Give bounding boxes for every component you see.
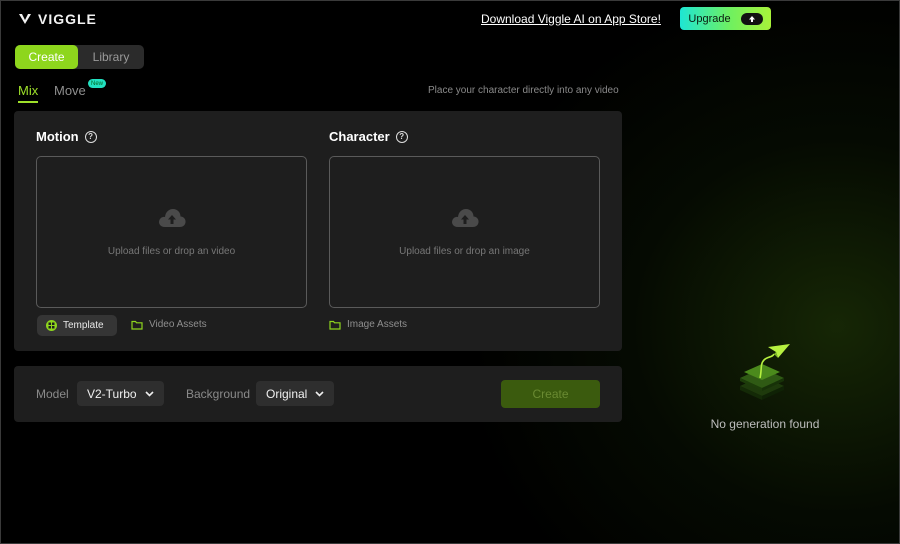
folder-icon xyxy=(329,320,341,330)
viggle-logo-icon xyxy=(19,14,31,24)
model-value: V2-Turbo xyxy=(87,386,137,401)
upgrade-button[interactable]: Upgrade xyxy=(680,7,771,30)
character-dropzone[interactable]: Upload files or drop an image xyxy=(329,156,600,308)
cloud-upload-icon xyxy=(158,209,186,227)
image-assets-link[interactable]: Image Assets xyxy=(329,319,407,330)
library-mode-button[interactable]: Library xyxy=(78,45,144,69)
help-icon[interactable]: ? xyxy=(84,130,97,143)
mode-hint: Place your character directly into any v… xyxy=(428,85,619,96)
character-dropzone-text: Upload files or drop an image xyxy=(399,246,530,257)
video-assets-link[interactable]: Video Assets xyxy=(131,319,207,330)
motion-title: Motion xyxy=(36,129,79,144)
motion-header: Motion ? xyxy=(36,129,97,144)
help-icon[interactable]: ? xyxy=(395,130,408,143)
video-assets-label: Video Assets xyxy=(149,319,207,330)
background-value: Original xyxy=(266,386,308,401)
cloud-upload-icon xyxy=(451,209,479,227)
template-label: Template xyxy=(63,320,104,331)
upload-panel: Motion ? Character ? Upload files or dro… xyxy=(14,111,622,351)
create-button[interactable]: Create xyxy=(501,380,600,408)
motion-dropzone[interactable]: Upload files or drop an video xyxy=(36,156,307,308)
create-mode-button[interactable]: Create xyxy=(15,45,78,69)
folder-icon xyxy=(131,320,143,330)
upgrade-label: Upgrade xyxy=(688,12,731,25)
active-tab-indicator xyxy=(18,101,38,103)
tab-move[interactable]: Move xyxy=(54,83,86,98)
background-label: Background xyxy=(186,387,251,401)
character-title: Character xyxy=(329,129,390,144)
chevron-down-icon xyxy=(315,390,324,397)
template-icon xyxy=(46,320,57,331)
arrow-up-icon xyxy=(740,12,763,25)
empty-state-text: No generation found xyxy=(710,417,820,431)
image-assets-label: Image Assets xyxy=(347,319,408,330)
empty-generation-illustration xyxy=(740,344,790,400)
logo-text: VIGGLE xyxy=(38,11,97,27)
generation-settings-bar: Model V2-Turbo Background Original Creat… xyxy=(14,366,622,422)
mode-toggle: Create Library xyxy=(15,45,144,69)
character-header: Character ? xyxy=(329,129,408,144)
motion-dropzone-text: Upload files or drop an video xyxy=(107,246,236,257)
model-label: Model xyxy=(36,387,69,401)
new-badge: New xyxy=(88,79,106,88)
template-button[interactable]: Template xyxy=(37,315,117,336)
download-app-link[interactable]: Download Viggle AI on App Store! xyxy=(481,12,661,26)
background-select[interactable]: Original xyxy=(256,381,335,406)
viggle-logo[interactable]: VIGGLE xyxy=(18,11,97,27)
chevron-down-icon xyxy=(145,390,154,397)
model-select[interactable]: V2-Turbo xyxy=(77,381,164,406)
tab-mix[interactable]: Mix xyxy=(18,83,38,98)
